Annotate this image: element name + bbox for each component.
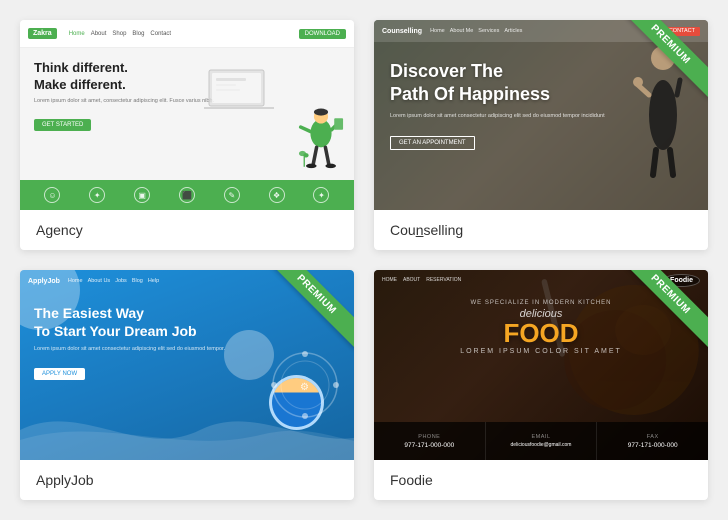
food-footer-phone-label: PHONE xyxy=(418,434,440,440)
applyjob-card[interactable]: PREMIUM ApplyJob Home About Us Jobs Blog… xyxy=(20,270,354,500)
agency-sub: Lorem ipsum dolor sit amet, consectetur … xyxy=(34,98,340,106)
counselling-nav-home: Home xyxy=(430,28,445,34)
food-subtitle: LOREM IPSUM COLOR SIT AMET xyxy=(388,348,694,355)
agency-preview: Zakra Home About Shop Blog Contact DOWNL… xyxy=(20,20,354,210)
icon-circle-2: ✦ xyxy=(89,187,105,203)
agency-nav-link-shop: Shop xyxy=(112,31,126,37)
agency-illustration xyxy=(296,105,346,180)
counselling-card[interactable]: PREMIUM Counselling Home About Me Servic… xyxy=(374,20,708,250)
food-nav-home: HOME xyxy=(382,277,397,283)
food-footer-phone-value: 977-171-000-000 xyxy=(404,442,454,449)
agency-label-text: Agency xyxy=(36,222,83,238)
counselling-nav-about: About Me xyxy=(450,28,474,34)
agency-nav-cta: DOWNLOAD xyxy=(299,29,346,39)
icon-circle-1: ☺ xyxy=(44,187,60,203)
agency-hero-cta: GET STARTED xyxy=(34,119,91,131)
icon-circle-4: ⬛ xyxy=(179,187,195,203)
food-footer-email-label: EMAIL xyxy=(532,434,551,440)
counselling-nav-articles: Articles xyxy=(504,28,522,34)
food-footer-fax-label: FAX xyxy=(647,434,659,440)
food-label-text: Foodie xyxy=(390,472,433,488)
svg-text:⚙: ⚙ xyxy=(300,382,309,393)
counselling-preview: PREMIUM Counselling Home About Me Servic… xyxy=(374,20,708,210)
food-card[interactable]: PREMIUM HOME ABOUT RESERVATION Foodie WE… xyxy=(374,270,708,500)
agency-hero-text: Think different. Make different. Lorem i… xyxy=(34,60,340,168)
icon-circle-7: ✦ xyxy=(313,187,329,203)
food-nav-about: ABOUT xyxy=(403,277,420,283)
counselling-nav-services: Services xyxy=(478,28,499,34)
icon-circle-6: ❖ xyxy=(269,187,285,203)
counselling-label-underline: n xyxy=(416,222,424,238)
applyjob-nav-about: About Us xyxy=(88,278,111,284)
icon-circle-3: ▣ xyxy=(134,187,150,203)
agency-nav-link-contact: Contact xyxy=(150,31,171,37)
icon-circle-5: ✎ xyxy=(224,187,240,203)
food-footer-fax-value: 977-171-000-000 xyxy=(628,442,678,449)
food-footer-email-value: deliciousfoodie@gmail.com xyxy=(511,442,572,448)
counselling-label: Counselling xyxy=(374,210,708,250)
applyjob-cta: APPLY NOW xyxy=(34,368,85,380)
food-nav-reservation: RESERVATION xyxy=(426,277,461,283)
food-preview: PREMIUM HOME ABOUT RESERVATION Foodie WE… xyxy=(374,270,708,460)
agency-headline: Think different. Make different. xyxy=(34,60,340,94)
applyjob-circles: ⚙ xyxy=(270,350,340,420)
agency-nav: Zakra Home About Shop Blog Contact DOWNL… xyxy=(20,20,354,48)
food-pre-title: WE SPECIALIZE IN MODERN KITCHEN xyxy=(388,300,694,306)
agency-nav-link-about: About xyxy=(91,31,107,37)
counselling-cta: GET AN APPOINTMENT xyxy=(390,136,475,150)
counselling-logo: Counselling xyxy=(382,28,422,35)
food-footer-phone: PHONE 977-171-000-000 xyxy=(374,422,486,460)
agency-card[interactable]: Zakra Home About Shop Blog Contact DOWNL… xyxy=(20,20,354,250)
agency-logo: Zakra xyxy=(28,28,57,39)
agency-green-bar: ☺ ✦ ▣ ⬛ ✎ ❖ ✦ xyxy=(20,180,354,210)
food-footer-fax: FAX 977-171-000-000 xyxy=(597,422,708,460)
food-content: WE SPECIALIZE IN MODERN KITCHEN deliciou… xyxy=(374,290,708,365)
food-title-big: FOOD xyxy=(388,320,694,346)
agency-hero: Think different. Make different. Lorem i… xyxy=(20,48,354,180)
food-footer-email: EMAIL deliciousfoodie@gmail.com xyxy=(486,422,598,460)
applyjob-nav-help: Help xyxy=(148,278,159,284)
agency-nav-link-home: Home xyxy=(69,31,85,37)
food-footer: PHONE 977-171-000-000 EMAIL deliciousfoo… xyxy=(374,422,708,460)
applyjob-nav-blog: Blog xyxy=(132,278,143,284)
applyjob-label-text: ApplyJob xyxy=(36,472,94,488)
laptop-illustration xyxy=(204,68,274,118)
agency-nav-link-blog: Blog xyxy=(132,31,144,37)
cards-grid: Zakra Home About Shop Blog Contact DOWNL… xyxy=(20,20,708,500)
applyjob-label: ApplyJob xyxy=(20,460,354,500)
food-label: Foodie xyxy=(374,460,708,500)
applyjob-title: The Easiest Way To Start Your Dream Job xyxy=(34,304,340,340)
applyjob-preview: PREMIUM ApplyJob Home About Us Jobs Blog… xyxy=(20,270,354,460)
agency-label: Agency xyxy=(20,210,354,250)
applyjob-nav-jobs: Jobs xyxy=(115,278,127,284)
